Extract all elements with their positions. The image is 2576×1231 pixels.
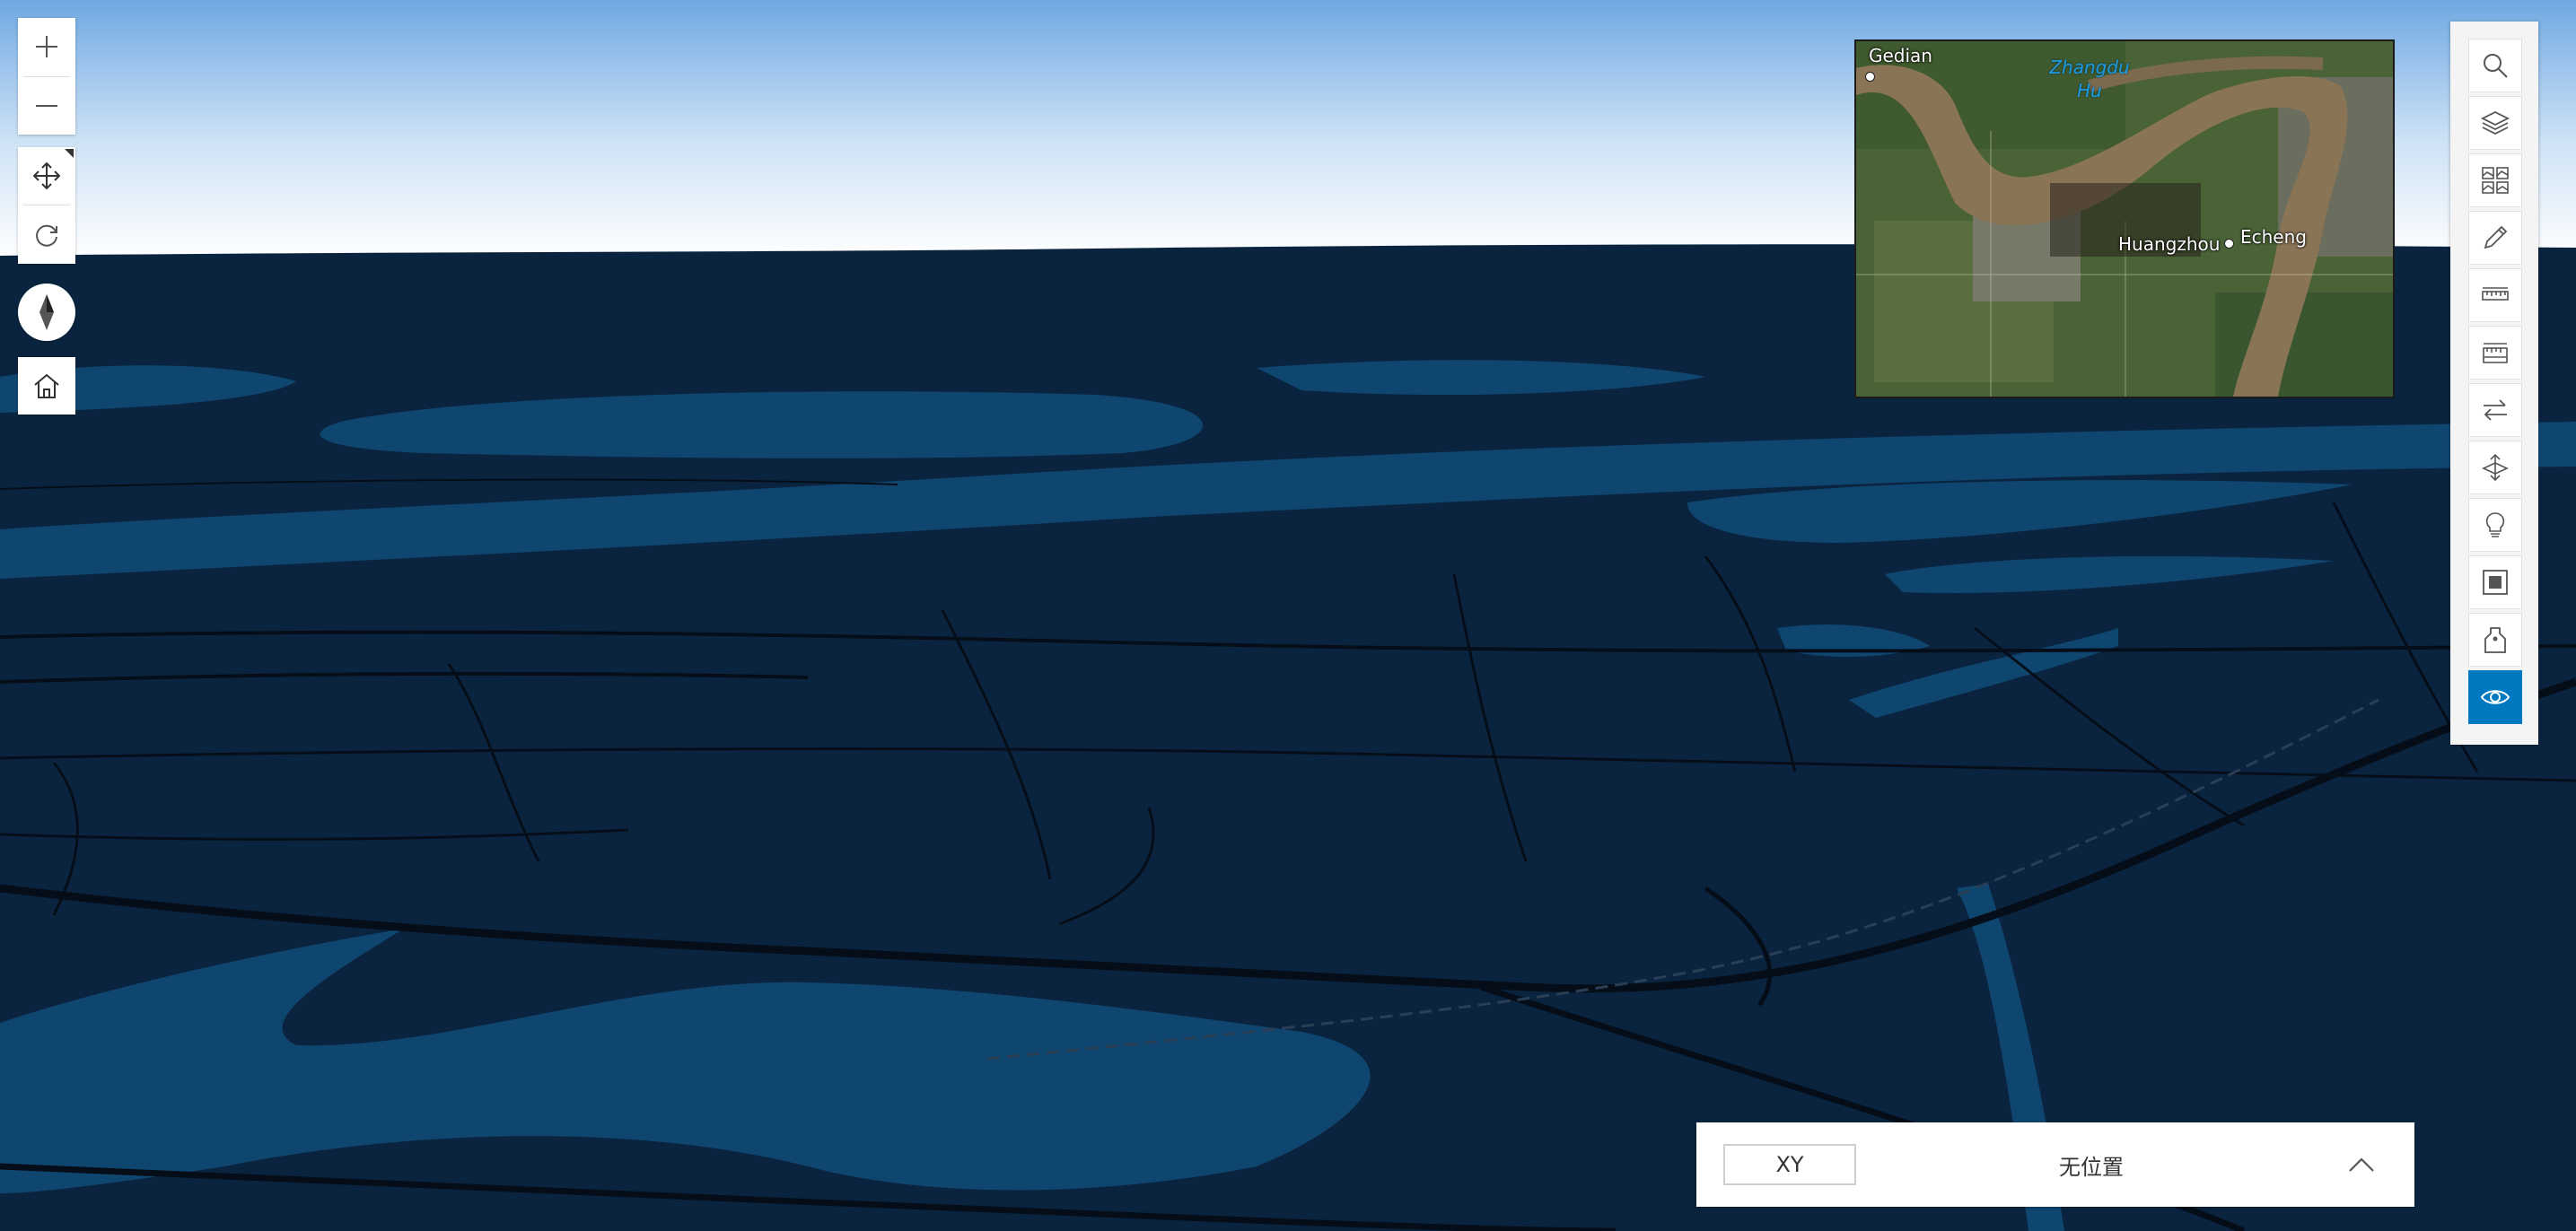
- corner-indicator: [65, 149, 74, 158]
- measure-area-tool-button[interactable]: [2468, 326, 2522, 380]
- gedian-marker: [1865, 72, 1875, 82]
- minus-icon: [36, 105, 57, 107]
- stop-square-icon: [2483, 570, 2508, 595]
- daylight-tool-button[interactable]: [2468, 498, 2522, 552]
- measure-distance-tool-button[interactable]: [2468, 268, 2522, 322]
- slice-tool-button[interactable]: [2468, 555, 2522, 609]
- basemap-gallery-icon: [2482, 167, 2509, 194]
- pan-button[interactable]: [18, 147, 75, 205]
- coordinate-format-button[interactable]: XY: [1723, 1144, 1856, 1185]
- home-icon: [34, 373, 59, 398]
- ruler-icon: [2482, 287, 2509, 301]
- tag-icon: [2484, 627, 2506, 653]
- coordinate-conversion-bar: XY 无位置: [1696, 1122, 2414, 1207]
- label-gedian: Gedian: [1869, 45, 1932, 66]
- label-zhangdu-hu: Zhangdu Hu: [2049, 57, 2130, 101]
- layers-icon: [2480, 110, 2510, 135]
- layers-tool-button[interactable]: [2468, 96, 2522, 150]
- label-huangzhou: Huangzhou: [2118, 233, 2221, 255]
- zoom-control: [18, 18, 75, 135]
- elevation-arrows-icon: [2482, 453, 2509, 482]
- bookmark-tool-button[interactable]: [2468, 613, 2522, 667]
- navigation-toggle: [18, 147, 75, 264]
- sketch-tool-button[interactable]: [2468, 211, 2522, 265]
- echeng-marker: [2224, 239, 2234, 249]
- compass-needle-icon: [39, 294, 54, 330]
- area-measure-icon: [2483, 343, 2508, 363]
- widget-toolbar: [2450, 22, 2538, 745]
- lightbulb-icon: [2485, 512, 2505, 537]
- plus-icon: [36, 36, 57, 57]
- coordinate-display: 无位置: [2059, 1154, 2124, 1180]
- search-tool-button[interactable]: [2468, 39, 2522, 92]
- home-button[interactable]: [18, 357, 75, 415]
- pencil-icon: [2484, 225, 2508, 249]
- chevron-up-icon: [2349, 1157, 2374, 1172]
- rotate-button[interactable]: [18, 206, 75, 264]
- basemap-gallery-tool-button[interactable]: [2468, 153, 2522, 207]
- overview-map[interactable]: Gedian Zhangdu Hu Huangzhou Echeng: [1854, 39, 2395, 398]
- move-arrows-icon: [32, 162, 61, 190]
- zoom-in-button[interactable]: [18, 18, 75, 75]
- search-icon: [2484, 54, 2508, 78]
- line-of-sight-tool-button[interactable]: [2468, 670, 2522, 724]
- zoom-out-button[interactable]: [18, 77, 75, 135]
- expand-button[interactable]: [2339, 1144, 2384, 1185]
- label-echeng: Echeng: [2240, 226, 2307, 248]
- compass-button[interactable]: [18, 284, 75, 341]
- elevation-tool-button[interactable]: [2468, 441, 2522, 494]
- eye-icon: [2480, 690, 2510, 704]
- rotate-icon: [36, 224, 57, 247]
- swipe-tool-button[interactable]: [2468, 383, 2522, 437]
- swap-arrows-icon: [2484, 399, 2507, 421]
